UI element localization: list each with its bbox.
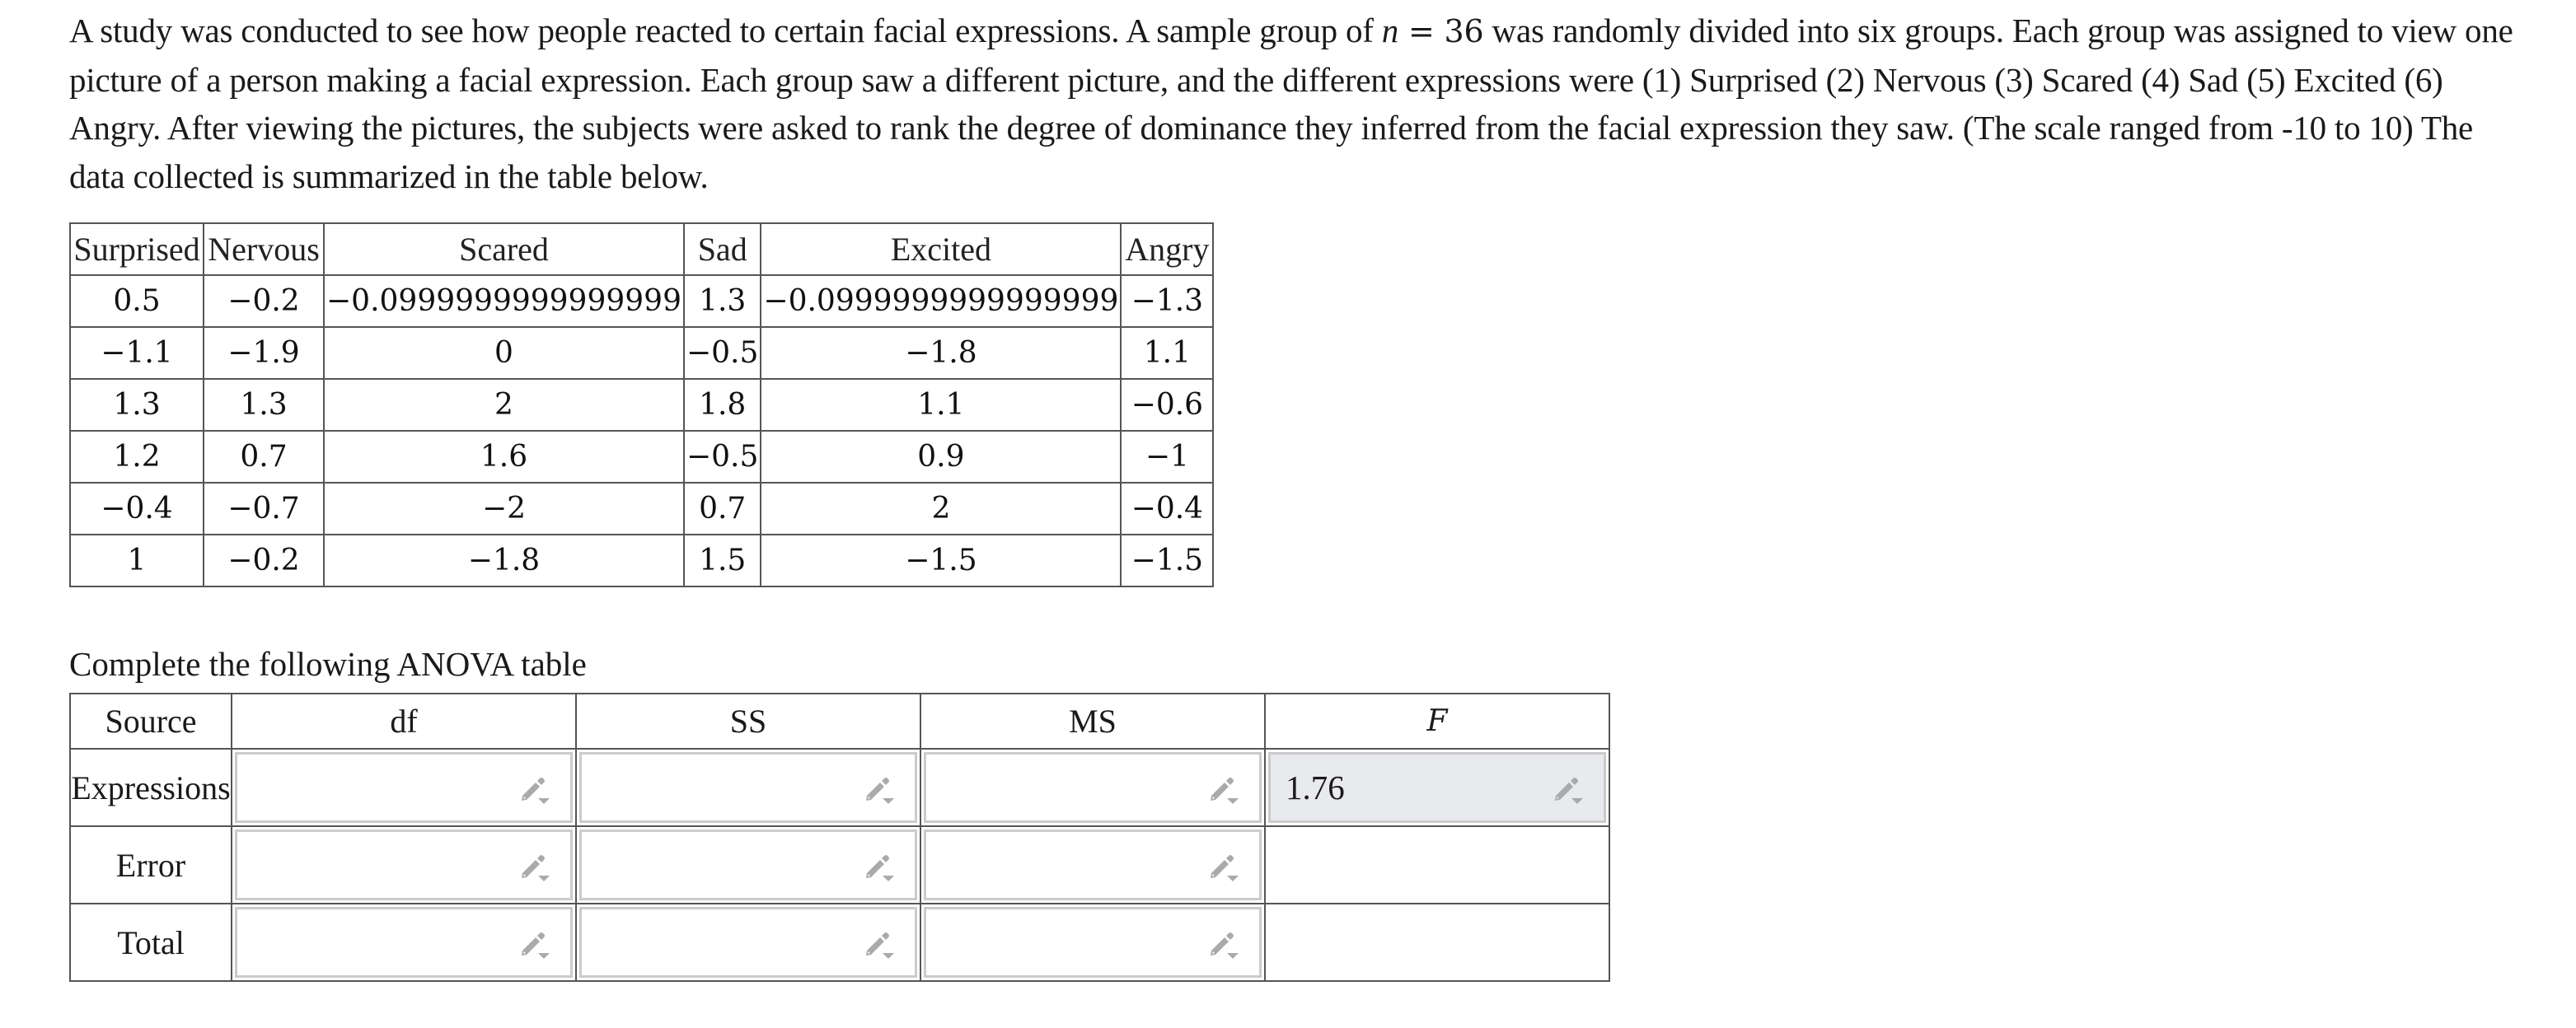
total-f-empty-cell — [1264, 903, 1610, 982]
table-cell: −1.8 — [323, 534, 685, 587]
error-df-input[interactable] — [235, 829, 573, 900]
pencil-dropdown-icon[interactable] — [519, 776, 552, 806]
pencil-dropdown-icon[interactable] — [519, 931, 552, 960]
pencil-dropdown-icon[interactable] — [864, 776, 897, 806]
table-cell: 0.5 — [69, 274, 204, 328]
table-cell: 1.1 — [760, 378, 1122, 432]
row-label-total: Total — [69, 903, 232, 982]
anova-header-df: df — [231, 693, 577, 750]
pencil-dropdown-icon[interactable] — [1553, 776, 1585, 806]
total-df-input[interactable] — [235, 907, 573, 978]
column-header-scared: Scared — [323, 222, 685, 276]
total-ss-input[interactable] — [579, 907, 917, 978]
pencil-dropdown-icon[interactable] — [519, 853, 552, 883]
table-cell: 1.3 — [69, 378, 204, 432]
error-ms-input[interactable] — [924, 829, 1262, 900]
row-label-expressions: Expressions — [69, 748, 232, 827]
table-row: 0.5 −0.2 −0.0999999999999999 1.3 −0.0999… — [69, 274, 1215, 328]
table-cell: −1.1 — [69, 326, 204, 380]
anova-table: Source df SS MS F Expressions 1.76 Error… — [69, 693, 1610, 982]
table-cell: −2 — [323, 482, 685, 535]
column-header-nervous: Nervous — [203, 222, 325, 276]
sample-size-value: 36 — [1444, 13, 1484, 49]
table-cell: −1.8 — [760, 326, 1122, 380]
anova-header-ss: SS — [575, 693, 921, 750]
sample-size-variable: n — [1381, 12, 1399, 49]
table-cell: −1.3 — [1120, 274, 1215, 328]
table-cell: −0.4 — [69, 482, 204, 535]
table-cell: −0.4 — [1120, 482, 1215, 535]
table-cell: 1.3 — [203, 378, 325, 432]
expressions-ms-input[interactable] — [924, 752, 1262, 823]
table-cell: 0.7 — [682, 482, 762, 535]
row-label-error: Error — [69, 825, 232, 904]
table-cell: 1.8 — [682, 378, 762, 432]
expressions-df-input[interactable] — [235, 752, 573, 823]
anova-header-source: Source — [69, 693, 232, 750]
pencil-dropdown-icon[interactable] — [864, 853, 897, 883]
column-header-excited: Excited — [760, 222, 1122, 276]
table-cell: −0.5 — [682, 430, 762, 484]
table-cell: 1.1 — [1120, 326, 1215, 380]
table-row: −0.4 −0.7 −2 0.7 2 −0.4 — [69, 482, 1215, 535]
table-cell: −1.5 — [1120, 534, 1215, 587]
anova-row-expressions: Expressions 1.76 — [69, 748, 1610, 827]
anova-header-ms: MS — [920, 693, 1266, 750]
error-f-empty-cell — [1264, 825, 1610, 904]
pencil-dropdown-icon[interactable] — [1208, 776, 1241, 806]
table-cell: −1.9 — [203, 326, 325, 380]
table-cell: 1.6 — [323, 430, 685, 484]
table-row: 1.3 1.3 2 1.8 1.1 −0.6 — [69, 378, 1215, 432]
table-cell: −0.0999999999999999 — [760, 274, 1122, 328]
table-cell: 2 — [323, 378, 685, 432]
table-cell: −1.5 — [760, 534, 1122, 587]
pencil-dropdown-icon[interactable] — [864, 931, 897, 960]
table-cell: 0.9 — [760, 430, 1122, 484]
f-value: 1.76 — [1286, 769, 1345, 806]
anova-row-total: Total — [69, 903, 1610, 982]
table-cell: 0.7 — [203, 430, 325, 484]
anova-caption: Complete the following ANOVA table — [69, 645, 587, 683]
anova-header-f: F — [1264, 693, 1610, 750]
table-cell: 2 — [760, 482, 1122, 535]
column-header-angry: Angry — [1120, 222, 1215, 276]
table-row: 1.2 0.7 1.6 −0.5 0.9 −1 — [69, 430, 1215, 484]
table-cell: −0.2 — [203, 534, 325, 587]
column-header-surprised: Surprised — [69, 222, 204, 276]
table-cell: −1 — [1120, 430, 1215, 484]
pencil-dropdown-icon[interactable] — [1208, 853, 1241, 883]
table-cell: 0 — [323, 326, 685, 380]
table-cell: −0.0999999999999999 — [323, 274, 685, 328]
table-cell: 1.2 — [69, 430, 204, 484]
table-cell: 1 — [69, 534, 204, 587]
table-cell: −0.2 — [203, 274, 325, 328]
expressions-ss-input[interactable] — [579, 752, 917, 823]
anova-row-error: Error — [69, 825, 1610, 904]
table-cell: −0.7 — [203, 482, 325, 535]
pencil-dropdown-icon[interactable] — [1208, 931, 1241, 960]
table-cell: −0.5 — [682, 326, 762, 380]
dominance-data-table: Surprised Nervous Scared Sad Excited Ang… — [69, 222, 1215, 587]
total-ms-input[interactable] — [924, 907, 1262, 978]
expressions-f-input[interactable]: 1.76 — [1268, 752, 1606, 823]
data-table-header-row: Surprised Nervous Scared Sad Excited Ang… — [69, 222, 1215, 276]
table-cell: 1.5 — [682, 534, 762, 587]
table-row: −1.1 −1.9 0 −0.5 −1.8 1.1 — [69, 326, 1215, 380]
problem-statement: A study was conducted to see how people … — [69, 12, 2513, 195]
error-ss-input[interactable] — [579, 829, 917, 900]
column-header-sad: Sad — [682, 222, 762, 276]
anova-header-row: Source df SS MS F — [69, 693, 1610, 750]
table-cell: 1.3 — [682, 274, 762, 328]
table-row: 1 −0.2 −1.8 1.5 −1.5 −1.5 — [69, 534, 1215, 587]
table-cell: −0.6 — [1120, 378, 1215, 432]
